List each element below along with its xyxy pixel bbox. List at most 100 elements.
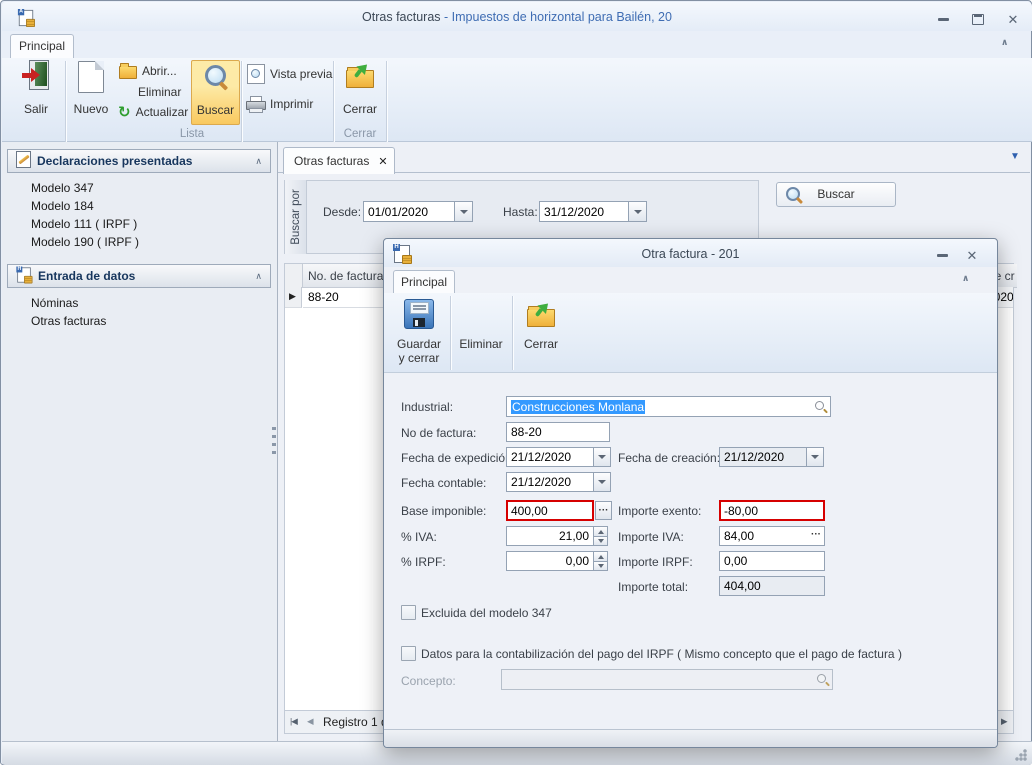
iva-spinner[interactable] (593, 526, 608, 546)
dialog-cerrar-button[interactable]: Cerrar (515, 295, 567, 371)
nav-prev-icon[interactable]: ◀ (307, 716, 314, 727)
contable-label: Fecha contable: (401, 476, 486, 490)
buscar-button[interactable]: Buscar (776, 182, 896, 207)
dialog-tab-principal[interactable]: Principal (393, 270, 455, 294)
guardar-cerrar-button[interactable]: Guardary cerrar (391, 295, 447, 371)
sidebar-item-modelo-184[interactable]: Modelo 184 (31, 199, 94, 213)
sidebar-group-entrada[interactable]: H Entrada de datos ∧ (7, 264, 271, 288)
sidebar-item-modelo-190[interactable]: Modelo 190 ( IRPF ) (31, 235, 139, 249)
splitter-handle[interactable] (272, 427, 276, 455)
excluida-checkbox[interactable] (401, 605, 416, 620)
dialog-eliminar-button[interactable]: Eliminar (453, 295, 509, 371)
base-imponible-field[interactable]: 400,00 (506, 500, 594, 521)
ribbon-group-cerrar: Cerrar (336, 128, 384, 140)
search-loupe-icon (202, 64, 230, 92)
open-folder-icon (119, 66, 137, 79)
main-ribbon: Salir Nuevo Abrir... Eliminar ↻ Actualiz… (2, 58, 1032, 142)
importe-irpf-field[interactable]: 0,00 (719, 551, 825, 571)
abrir-button[interactable]: Abrir... (119, 61, 177, 80)
irpf-pct-label: % IRPF: (401, 555, 446, 569)
dialog-titlebar: H Otra factura - 201 ✕ (384, 239, 997, 267)
grid-row-indicator: ▶ (285, 287, 302, 308)
creacion-dropdown-icon[interactable] (806, 447, 824, 467)
importe-exento-field[interactable]: -80,00 (719, 500, 825, 521)
tab-list-dropdown-icon[interactable]: ▼ (1010, 151, 1020, 162)
hasta-dropdown-icon[interactable] (628, 201, 647, 222)
industrial-field[interactable]: Construcciones Monlana (506, 396, 831, 417)
imprimir-button[interactable]: Imprimir (245, 94, 313, 113)
tab-close-icon[interactable]: ✕ (378, 155, 387, 168)
dialog-minimize-button[interactable] (929, 247, 955, 263)
minimize-button[interactable] (930, 11, 956, 27)
tab-otras-facturas[interactable]: Otras facturas ✕ (283, 147, 395, 174)
grid-indicator-header (285, 264, 303, 288)
importe-irpf-label: Importe IRPF: (618, 555, 693, 569)
actualizar-button[interactable]: ↻ Actualizar (118, 102, 188, 121)
creacion-field: 21/12/2020 (719, 447, 807, 467)
industrial-label: Industrial: (401, 400, 453, 414)
search-panel-side-strip: Buscar por (285, 180, 307, 254)
close-button[interactable]: ✕ (1000, 11, 1026, 27)
irpf-pct-field[interactable]: 0,00 (506, 551, 594, 571)
delete-x-icon (119, 85, 133, 99)
creacion-label: Fecha de creación: (618, 451, 720, 465)
otra-factura-dialog: H Otra factura - 201 ✕ Principal ∧ Guard… (383, 238, 998, 748)
dialog-close-button[interactable]: ✕ (959, 247, 985, 263)
irpf-spinner[interactable] (593, 551, 608, 571)
factura-field[interactable]: 88-20 (506, 422, 610, 442)
sidebar-item-nominas[interactable]: Nóminas (31, 296, 78, 310)
cerrar-ribbon-button[interactable]: Cerrar (336, 60, 384, 124)
resize-grip[interactable] (1014, 748, 1028, 762)
delete-x-icon (466, 298, 496, 328)
collapse-chevron-icon[interactable]: ∧ (255, 271, 262, 282)
printer-icon (245, 96, 265, 112)
sidebar-item-modelo-111[interactable]: Modelo 111 ( IRPF ) (31, 217, 137, 231)
close-folder-icon (345, 60, 375, 90)
ribbon-tab-principal[interactable]: Principal (10, 34, 74, 59)
exit-door-icon (21, 60, 51, 90)
sidebar-item-otras-facturas[interactable]: Otras facturas (31, 314, 106, 328)
sidebar-group-declaraciones[interactable]: Declaraciones presentadas ∧ (7, 149, 271, 173)
hasta-field[interactable]: 31/12/2020 (539, 201, 629, 222)
factura-label: No de factura: (401, 426, 476, 440)
sidebar (2, 142, 278, 741)
desde-dropdown-icon[interactable] (454, 201, 473, 222)
contable-dropdown-icon[interactable] (593, 472, 611, 492)
new-page-icon (78, 61, 104, 93)
importe-exento-label: Importe exento: (618, 504, 701, 518)
window-title: Otras facturas - Impuestos de horizontal… (2, 10, 1032, 24)
concepto-label: Concepto: (401, 674, 456, 688)
window-title-accent: - Impuestos de horizontal para Bailén, 2… (441, 10, 672, 24)
importe-iva-ellipsis-button[interactable]: ··· (811, 529, 821, 540)
industrial-lookup-icon[interactable] (814, 400, 828, 414)
expedicion-field[interactable]: 21/12/2020 (506, 447, 594, 467)
nuevo-button[interactable]: Nuevo (68, 60, 114, 124)
iva-pct-field[interactable]: 21,00 (506, 526, 594, 546)
scroll-right-icon[interactable]: ▶ (1001, 716, 1008, 727)
declaraciones-doc-icon (16, 151, 31, 171)
dialog-ribbon-collapse-icon[interactable]: ∧ (962, 273, 969, 284)
nav-first-icon[interactable]: |◀ (290, 716, 297, 727)
preview-icon (247, 64, 265, 84)
concepto-lookup-icon (816, 673, 830, 687)
expedicion-dropdown-icon[interactable] (593, 447, 611, 467)
ribbon-collapse-icon[interactable]: ∧ (1001, 37, 1008, 48)
datos-irpf-checkbox[interactable] (401, 646, 416, 661)
expedicion-label: Fecha de expedición: (401, 451, 515, 465)
eliminar-button[interactable]: Eliminar (119, 82, 181, 101)
desde-field[interactable]: 01/01/2020 (363, 201, 455, 222)
excluida-label: Excluida del modelo 347 (421, 606, 552, 620)
salir-button[interactable]: Salir (12, 60, 60, 124)
buscar-ribbon-button[interactable]: Buscar (191, 60, 240, 125)
vista-previa-button[interactable]: Vista previa (247, 64, 332, 83)
base-imponible-label: Base imponible: (401, 504, 486, 518)
importe-iva-field[interactable]: 84,00 ··· (719, 526, 825, 546)
sidebar-item-modelo-347[interactable]: Modelo 347 (31, 181, 94, 195)
desde-label: Desde: (323, 205, 361, 219)
ribbon-group-lista: Lista (142, 128, 242, 140)
hasta-label: Hasta: (503, 205, 538, 219)
maximize-button[interactable] (965, 11, 991, 27)
collapse-chevron-icon[interactable]: ∧ (255, 156, 262, 167)
contable-field[interactable]: 21/12/2020 (506, 472, 594, 492)
base-ellipsis-button[interactable]: ··· (595, 501, 612, 520)
